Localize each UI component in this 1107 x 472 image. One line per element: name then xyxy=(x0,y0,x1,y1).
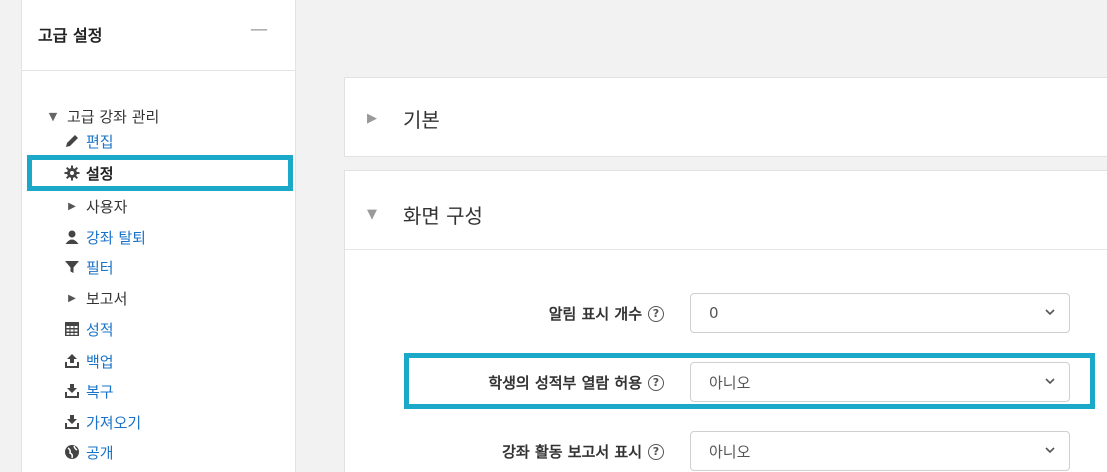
field-activity-reports: 강좌 활동 보고서 표시? 아니오 xyxy=(345,431,1107,471)
tree-label: 사용자 xyxy=(86,197,128,216)
section-toggle-appearance[interactable]: ▼ 화면 구성 xyxy=(367,200,483,229)
chevron-down-icon xyxy=(1045,447,1055,454)
help-icon[interactable]: ? xyxy=(648,305,664,322)
collapse-button[interactable]: — xyxy=(250,19,268,40)
field-label: 알림 표시 개수? xyxy=(549,303,664,324)
caret-down-icon: ▼ xyxy=(48,109,58,123)
sidebar-item-label: 가져오기 xyxy=(86,413,142,432)
caret-down-icon: ▼ xyxy=(367,207,377,222)
sidebar-title: 고급 설정 xyxy=(38,26,103,45)
section-toggle-general[interactable]: ▶ 기본 xyxy=(367,104,440,133)
download-icon xyxy=(63,413,81,431)
table-icon xyxy=(63,320,81,338)
sidebar-item-restore[interactable]: 복구 xyxy=(63,380,114,402)
tree-node-users[interactable]: ▶ 사용자 xyxy=(63,195,127,217)
tree-label: 보고서 xyxy=(86,289,128,308)
user-icon xyxy=(63,228,81,246)
tree-label: 고급 강좌 관리 xyxy=(67,107,160,126)
select-value: 아니오 xyxy=(709,442,751,461)
sidebar-item-backup[interactable]: 백업 xyxy=(63,350,114,372)
sidebar-header: 고급 설정 — xyxy=(22,0,295,71)
sidebar-item-grades[interactable]: 성적 xyxy=(63,318,114,340)
filter-icon xyxy=(63,258,81,276)
tree-node-reports[interactable]: ▶ 보고서 xyxy=(63,287,127,309)
sidebar-item-label: 복구 xyxy=(86,382,114,401)
divider xyxy=(345,249,1107,250)
help-icon[interactable]: ? xyxy=(648,443,664,460)
caret-right-icon: ▶ xyxy=(367,111,377,126)
chevron-down-icon xyxy=(1045,309,1055,316)
activity-reports-select[interactable]: 아니오 xyxy=(690,431,1070,471)
sidebar-item-label: 강좌 탈퇴 xyxy=(86,228,146,247)
gradebook-field-highlight-box xyxy=(404,353,1095,409)
section-general: ▶ 기본 xyxy=(344,77,1107,157)
sidebar-item-unenrol[interactable]: 강좌 탈퇴 xyxy=(63,226,146,248)
field-label: 강좌 활동 보고서 표시? xyxy=(502,441,664,462)
section-appearance: ▼ 화면 구성 알림 표시 개수? 0 학생의 성적부 열람 허용? 아니오 강… xyxy=(344,170,1107,472)
sidebar-item-edit[interactable]: 편집 xyxy=(63,130,114,152)
sidebar-item-import[interactable]: 가져오기 xyxy=(63,411,141,433)
globe-icon xyxy=(63,443,81,461)
upload-icon xyxy=(63,352,81,370)
section-title: 화면 구성 xyxy=(403,204,483,228)
sidebar-item-label: 필터 xyxy=(86,258,114,277)
sidebar-item-filters[interactable]: 필터 xyxy=(63,256,114,278)
field-news-items: 알림 표시 개수? 0 xyxy=(345,293,1107,333)
select-value: 0 xyxy=(709,304,719,322)
caret-right-icon: ▶ xyxy=(68,200,76,212)
sidebar-item-publish[interactable]: 공개 xyxy=(63,441,114,463)
tree-node-course-admin[interactable]: ▼ 고급 강좌 관리 xyxy=(44,105,160,127)
sidebar-item-label: 성적 xyxy=(86,320,114,339)
settings-highlight-box xyxy=(27,155,293,191)
news-items-select[interactable]: 0 xyxy=(690,293,1070,333)
section-title: 기본 xyxy=(403,108,440,132)
sidebar-item-label: 편집 xyxy=(86,132,114,151)
sidebar-item-label: 백업 xyxy=(86,352,114,371)
download-icon xyxy=(63,382,81,400)
caret-right-icon: ▶ xyxy=(68,292,76,304)
sidebar-item-label: 공개 xyxy=(86,443,114,462)
pencil-icon xyxy=(63,132,81,150)
